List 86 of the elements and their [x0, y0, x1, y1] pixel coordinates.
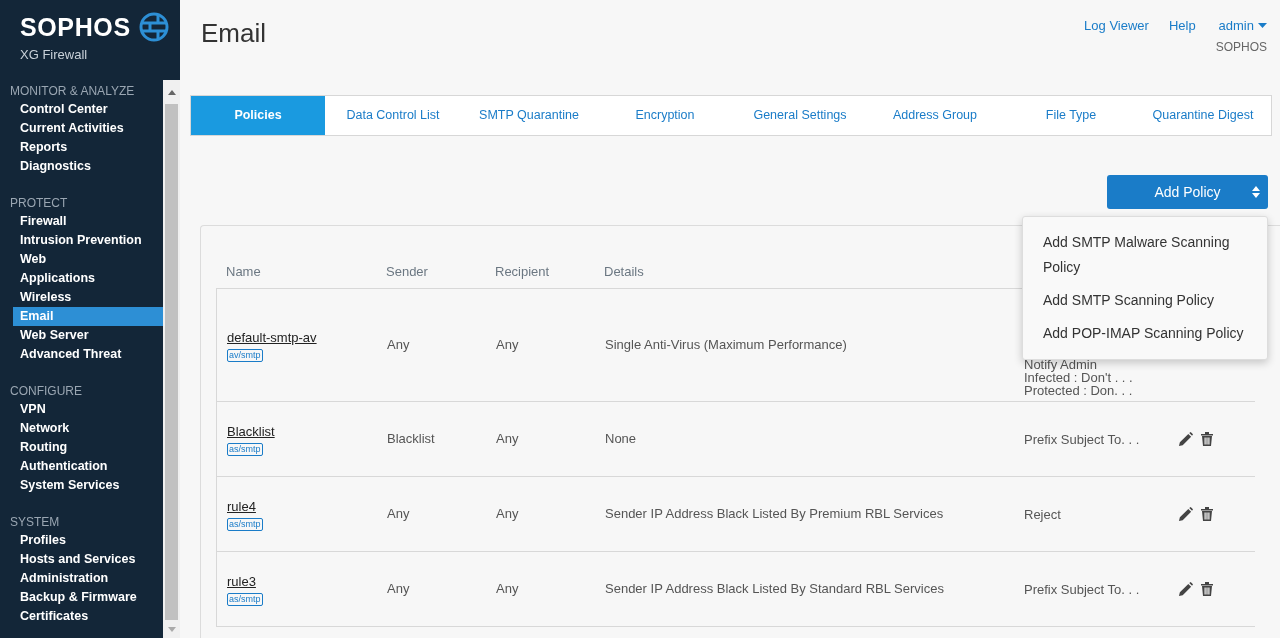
table-cell-text: Any [496, 430, 520, 449]
add-policy-button[interactable]: Add Policy [1107, 175, 1268, 209]
column-header: Details [604, 264, 644, 279]
table-cell-text: Any [496, 580, 520, 599]
section-heading: PROTECT [9, 195, 69, 212]
nav-item[interactable]: Intrusion Prevention [13, 231, 163, 250]
menu-item[interactable]: Add SMTP Malware Scanning Policy [1023, 226, 1267, 284]
menu-item[interactable]: Add SMTP Scanning Policy [1023, 284, 1267, 317]
column-header: Sender [386, 264, 428, 279]
nav-item[interactable]: Backup & Firmware [13, 588, 163, 607]
policy-type-tag: as/smtp [227, 593, 263, 607]
nav-item[interactable]: Web [13, 250, 163, 269]
brick-globe-icon [138, 12, 169, 42]
tab[interactable]: Data Control List [325, 96, 461, 135]
nav-item[interactable]: Diagnostics [13, 157, 163, 176]
delete-icon[interactable] [1201, 582, 1213, 596]
delete-icon[interactable] [1201, 507, 1213, 521]
tab[interactable]: Address Group [867, 96, 1003, 135]
action-text: Infected : Don't . . . [1024, 371, 1134, 384]
nav-item[interactable]: System Services [13, 476, 163, 495]
table-cell-text: Any [387, 580, 411, 599]
delete-icon[interactable] [1201, 432, 1213, 446]
scroll-thumb[interactable] [165, 104, 178, 620]
nav-item[interactable]: Hosts and Services [13, 550, 163, 569]
section-heading: CONFIGURE [9, 383, 83, 400]
action-text: Notify Admin [1024, 358, 1098, 371]
nav-item[interactable]: Advanced Threat [13, 345, 163, 364]
scrollbar[interactable] [163, 80, 180, 638]
action-text: Reject [1024, 507, 1062, 521]
table-cell-text: Any [496, 336, 520, 355]
tab[interactable]: File Type [1003, 96, 1139, 135]
action-text: Protected : Don. . . [1024, 384, 1134, 397]
table-cell-text: Any [387, 336, 411, 355]
column-header: Recipient [495, 264, 550, 279]
nav-item[interactable]: Administration [13, 569, 163, 588]
edit-icon[interactable] [1178, 431, 1193, 447]
table-cell-text: Any [387, 505, 411, 524]
table-cell-text: None [605, 430, 638, 449]
page-title: Email [201, 17, 266, 48]
nav-item[interactable]: Email [13, 307, 163, 326]
table-cell-text: Sender IP Address Black Listed By Premium RBL Services [605, 505, 945, 524]
organization-name: SOPHOS [1215, 38, 1267, 56]
nav-item[interactable]: Web Server [13, 326, 163, 345]
policy-type-tag: av/smtp [227, 349, 263, 363]
policy-link[interactable]: rule4 [227, 496, 256, 517]
nav-item[interactable]: VPN [13, 400, 163, 419]
nav-item[interactable]: Current Activities [13, 119, 163, 138]
nav-item[interactable]: Certificates [13, 607, 163, 626]
nav-item[interactable]: Reports [13, 138, 163, 157]
nav-item[interactable]: Wireless [13, 288, 163, 307]
sort-arrows-icon [1252, 186, 1260, 198]
nav-item[interactable]: Routing [13, 438, 163, 457]
section-heading: MONITOR & ANALYZE [9, 83, 136, 100]
scroll-up-icon[interactable] [167, 89, 176, 95]
nav-item[interactable]: Authentication [13, 457, 163, 476]
nav-item[interactable]: Control Center [13, 100, 163, 119]
nav-item[interactable]: Firewall [13, 212, 163, 231]
section-heading: SYSTEM [9, 514, 61, 531]
action-text: Prefix Subject To. . . [1024, 432, 1141, 446]
table-cell-text: Sender IP Address Black Listed By Standard RBL Services [605, 580, 945, 599]
policy-link[interactable]: Blacklist [227, 421, 275, 442]
tab[interactable]: Quarantine Digest [1139, 96, 1267, 135]
nav-item[interactable]: Network [13, 419, 163, 438]
policy-link[interactable]: rule3 [227, 571, 256, 592]
edit-icon[interactable] [1178, 506, 1193, 522]
brand-logo-text: SOPHOS [20, 14, 131, 40]
table-cell-text: Single Anti-Virus (Maximum Performance) [605, 336, 848, 355]
policy-type-tag: as/smtp [227, 443, 263, 457]
menu-item[interactable]: Add POP-IMAP Scanning Policy [1023, 317, 1267, 350]
tab[interactable]: General Settings [733, 96, 867, 135]
user-menu[interactable]: admin [1218, 16, 1267, 36]
action-text: Prefix Subject To. . . [1024, 582, 1141, 596]
table-cell-text: Any [496, 505, 520, 524]
column-header: Name [226, 264, 261, 279]
edit-icon[interactable] [1178, 581, 1193, 597]
nav-item[interactable]: Applications [13, 269, 163, 288]
caret-icon [1258, 22, 1267, 29]
product-name: XG Firewall [20, 46, 89, 64]
header-link[interactable]: Log Viewer [1084, 16, 1149, 33]
tab[interactable]: SMTP Quarantine [461, 96, 597, 135]
tab[interactable]: Encryption [597, 96, 733, 135]
policy-link[interactable]: default-smtp-av [227, 327, 317, 348]
header-link[interactable]: Help [1168, 16, 1196, 33]
policy-type-tag: as/smtp [227, 518, 263, 532]
nav-item[interactable]: Profiles [13, 531, 163, 550]
table-cell-text: Blacklist [387, 430, 436, 449]
